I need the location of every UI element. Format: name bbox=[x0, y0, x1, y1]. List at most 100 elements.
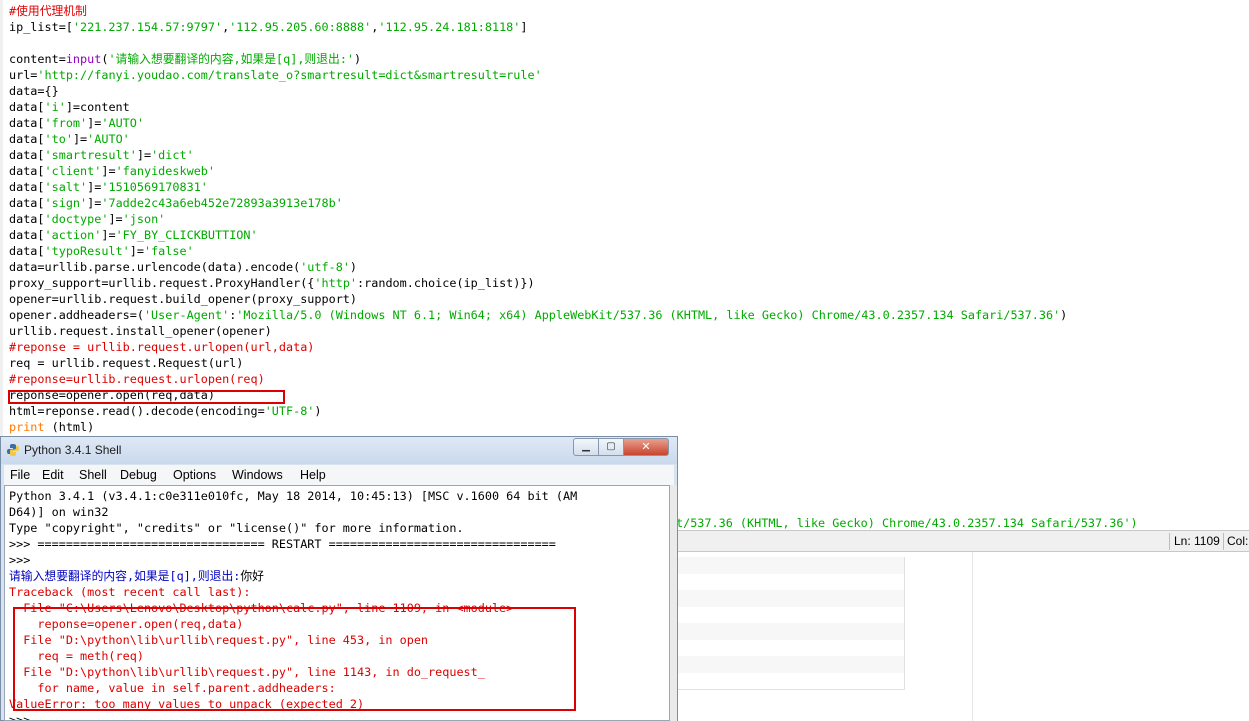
code-line: data['doctype']='json' bbox=[9, 211, 1067, 227]
code-token: content= bbox=[9, 52, 66, 66]
code-line: opener.addheaders=('User-Agent':'Mozilla… bbox=[9, 307, 1067, 323]
code-token: '112.95.205.60:8888' bbox=[229, 20, 372, 34]
shell-line-text: Traceback (most recent call last): bbox=[9, 585, 251, 599]
code-line: data['typoResult']='false' bbox=[9, 243, 1067, 259]
code-token: input bbox=[65, 52, 102, 66]
code-token: '7adde2c43a6eb452e72893a3913e178b' bbox=[101, 196, 343, 210]
python-icon bbox=[7, 444, 19, 456]
code-token: data[ bbox=[9, 228, 45, 242]
code-line: data['to']='AUTO' bbox=[9, 131, 1067, 147]
code-token: '221.237.154.57:9797' bbox=[72, 20, 223, 34]
code-token: 'sign' bbox=[44, 196, 88, 210]
menu-shell[interactable]: Shell bbox=[79, 468, 107, 482]
code-token: data=urllib.parse.urlencode(data).encode… bbox=[9, 260, 301, 274]
code-token: ip_list=[ bbox=[9, 20, 73, 34]
close-button[interactable]: ✕ bbox=[623, 438, 669, 456]
code-line: #reponse = urllib.request.urlopen(url,da… bbox=[9, 339, 1067, 355]
code-token: ) bbox=[349, 260, 358, 274]
shell-line: Traceback (most recent call last): bbox=[9, 584, 577, 600]
code-line: data=urllib.parse.urlencode(data).encode… bbox=[9, 259, 1067, 275]
code-token: 'FY_BY_CLICKBUTTION' bbox=[115, 228, 258, 242]
code-token: 'json' bbox=[122, 212, 166, 226]
column-indicator: Col: bbox=[1223, 533, 1248, 550]
shell-line-text: >>> ================================ RES… bbox=[9, 537, 556, 551]
shell-output-area[interactable]: Python 3.4.1 (v3.4.1:c0e311e010fc, May 1… bbox=[4, 485, 670, 721]
code-token: data[ bbox=[9, 180, 45, 194]
code-token: 'i' bbox=[44, 100, 66, 114]
code-token: data[ bbox=[9, 116, 45, 130]
shell-line-text: Python 3.4.1 (v3.4.1:c0e311e010fc, May 1… bbox=[9, 489, 578, 503]
code-token: data[ bbox=[9, 244, 45, 258]
code-token: ) bbox=[314, 404, 322, 418]
code-token: 'false' bbox=[143, 244, 194, 258]
shell-scrollbar[interactable] bbox=[670, 485, 677, 721]
code-token: 'User-Agent' bbox=[143, 308, 230, 322]
menu-edit[interactable]: Edit bbox=[42, 468, 64, 482]
shell-line-text: >>> bbox=[9, 553, 38, 567]
code-line: data['client']='fanyideskweb' bbox=[9, 163, 1067, 179]
code-area[interactable]: #使用代理机制 ip_list=['221.237.154.57:9797','1… bbox=[9, 3, 1067, 435]
code-token: data[ bbox=[9, 148, 45, 162]
editor-status-bar: Ln: 1109 Col: bbox=[676, 530, 1249, 552]
code-token: #使用代理机制 bbox=[9, 4, 87, 18]
code-token: ]= bbox=[101, 228, 116, 242]
python-shell-window[interactable]: Python 3.4.1 Shell ▁ ▢ ✕ File Edit Shell… bbox=[0, 436, 678, 721]
code-line: data['salt']='1510569170831' bbox=[9, 179, 1067, 195]
menu-options[interactable]: Options bbox=[173, 468, 216, 482]
code-line: html=reponse.read().decode(encoding='UTF… bbox=[9, 403, 1067, 419]
highlight-box-opener-line bbox=[8, 390, 285, 404]
code-token: 'dict' bbox=[151, 148, 194, 162]
code-token: 'smartresult' bbox=[44, 148, 137, 162]
code-token: 'client' bbox=[44, 164, 102, 178]
code-token: '1510569170831' bbox=[101, 180, 208, 194]
code-token: #reponse = urllib.request.urlopen(url,da… bbox=[9, 340, 315, 354]
code-token: ]= bbox=[108, 212, 123, 226]
code-token: print bbox=[9, 420, 45, 434]
code-line: ip_list=['221.237.154.57:9797','112.95.2… bbox=[9, 19, 1067, 35]
code-token: req = urllib.request.Request(url) bbox=[9, 356, 244, 370]
code-token: ) bbox=[1060, 308, 1068, 322]
maximize-button[interactable]: ▢ bbox=[598, 438, 624, 456]
code-line: #使用代理机制 bbox=[9, 3, 1067, 19]
code-token: 'AUTO' bbox=[87, 132, 130, 146]
code-line: urllib.request.install_opener(opener) bbox=[9, 323, 1067, 339]
code-token: ] bbox=[520, 20, 528, 34]
code-token: data[ bbox=[9, 132, 45, 146]
code-token: 'Mozilla/5.0 (Windows NT 6.1; Win64; x64… bbox=[236, 308, 1061, 322]
shell-line-text: Type "copyright", "credits" or "license(… bbox=[9, 521, 464, 535]
code-line: data['from']='AUTO' bbox=[9, 115, 1067, 131]
line-number-indicator: Ln: 1109 bbox=[1169, 533, 1220, 550]
code-token: opener.addheaders=( bbox=[9, 308, 144, 322]
menu-windows[interactable]: Windows bbox=[232, 468, 283, 482]
highlight-box-traceback bbox=[13, 607, 576, 711]
menu-help[interactable]: Help bbox=[300, 468, 326, 482]
code-line: print (html) bbox=[9, 419, 1067, 435]
code-token: 'salt' bbox=[44, 180, 88, 194]
background-table bbox=[676, 557, 905, 690]
code-line: content=input('请输入想要翻译的内容,如果是[q],则退出:') bbox=[9, 51, 1067, 67]
shell-line: D64)] on win32 bbox=[9, 504, 577, 520]
code-line: url='http://fanyi.youdao.com/translate_o… bbox=[9, 67, 1067, 83]
code-token: '请输入想要翻译的内容,如果是[q],则退出:' bbox=[108, 52, 355, 66]
menu-debug[interactable]: Debug bbox=[120, 468, 157, 482]
shell-line: >>> bbox=[9, 552, 577, 568]
shell-line: >>> bbox=[9, 712, 577, 720]
code-line: data['i']=content bbox=[9, 99, 1067, 115]
code-token: data[ bbox=[9, 212, 45, 226]
menu-file[interactable]: File bbox=[10, 468, 30, 482]
shell-line-text: 请输入想要翻译的内容,如果是[q],则退出: bbox=[9, 569, 241, 583]
code-token: ]= bbox=[129, 244, 144, 258]
code-token: data[ bbox=[9, 100, 45, 114]
code-token: 'http' bbox=[314, 276, 358, 290]
code-token: ]=content bbox=[65, 100, 130, 114]
code-token: data[ bbox=[9, 196, 45, 210]
partial-code-line: t/537.36 (KHTML, like Gecko) Chrome/43.0… bbox=[676, 515, 1138, 531]
code-token: 'AUTO' bbox=[101, 116, 144, 130]
shell-line: >>> ================================ RES… bbox=[9, 536, 577, 552]
shell-title-bar[interactable]: Python 3.4.1 Shell ▁ ▢ ✕ bbox=[1, 437, 677, 464]
code-token: 'fanyideskweb' bbox=[115, 164, 215, 178]
code-token: ) bbox=[354, 52, 362, 66]
minimize-button[interactable]: ▁ bbox=[573, 438, 599, 456]
code-token: ]= bbox=[72, 132, 88, 146]
